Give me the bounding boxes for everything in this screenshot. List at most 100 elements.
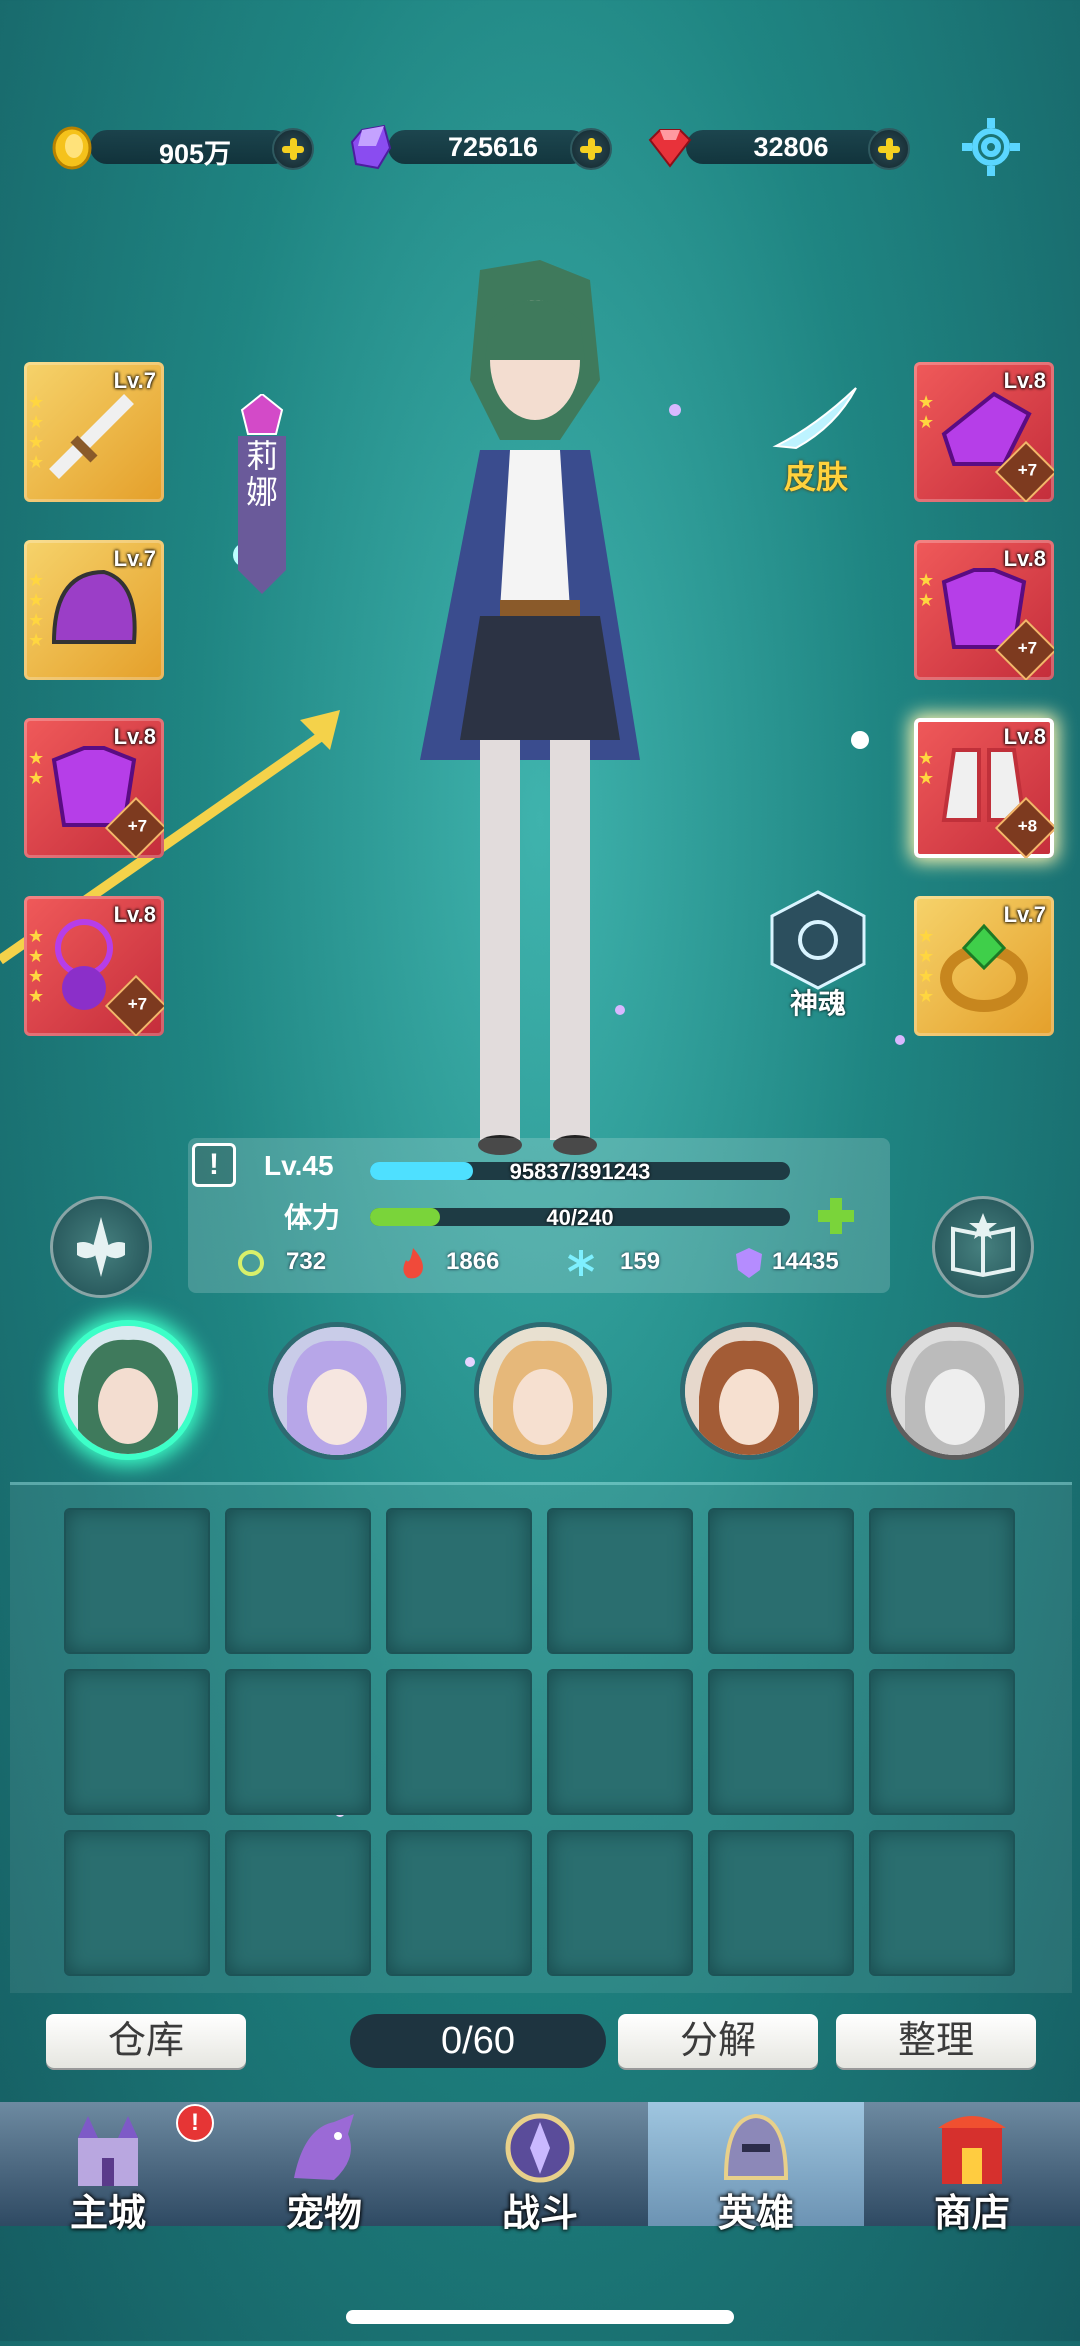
exp-bar: 95837/391243 (370, 1159, 790, 1184)
castle-icon (78, 2116, 138, 2186)
inventory-slot[interactable] (547, 1508, 693, 1654)
inventory-slot[interactable] (64, 1508, 210, 1654)
inventory-slot[interactable] (869, 1830, 1015, 1976)
equipment-level: Lv.8 (113, 724, 156, 749)
soul-label: 神魂 (789, 988, 846, 1019)
equipment-slot-boots[interactable]: ★ ★ Lv.8 +8 (914, 718, 1054, 858)
hero-avatar-3[interactable] (474, 1322, 612, 1460)
equipment-slot-weapon[interactable]: ★ ★ ★ ★ Lv.7 (24, 362, 164, 502)
hero-name-banner: 莉娜 (232, 392, 292, 594)
arrange-button[interactable]: 整理 (836, 2014, 1036, 2068)
skin-label: 皮肤 (783, 459, 848, 495)
stamina-bar: 40/240 (370, 1205, 790, 1230)
fire-value: 1866 (446, 1248, 500, 1275)
talent-button[interactable] (50, 1196, 152, 1298)
purple-crystal-icon (350, 124, 392, 170)
hero-character (330, 260, 730, 1200)
equipment-slot-chest[interactable]: ★ ★ Lv.8 +7 (914, 540, 1054, 680)
hero-book-button[interactable] (932, 1196, 1034, 1298)
inventory-slot[interactable] (386, 1508, 532, 1654)
home-indicator[interactable] (346, 2310, 734, 2324)
stamina-label: 体力 (284, 1202, 341, 1233)
inventory-slot[interactable] (225, 1669, 371, 1815)
shop-icon (938, 2116, 1006, 2184)
hero-avatar-lina[interactable] (58, 1320, 198, 1460)
settings-button[interactable] (960, 116, 1022, 178)
info-icon[interactable]: ! (192, 1143, 236, 1187)
rarity-stars: ★ ★ (918, 748, 935, 788)
gold-coin-icon (52, 126, 92, 170)
rarity-stars: ★ ★ (918, 570, 935, 610)
crystal-currency: 725616 (348, 124, 618, 170)
skin-button[interactable]: 皮肤 (766, 386, 866, 506)
inventory-slot[interactable] (225, 1508, 371, 1654)
battle-emblem-icon (505, 2113, 575, 2183)
equipment-slot-amulet[interactable]: ★ ★ ★ ★ Lv.8 +7 (24, 896, 164, 1036)
feather-icon (772, 387, 857, 450)
decompose-button[interactable]: 分解 (618, 2014, 818, 2068)
rarity-stars: ★ ★ (918, 392, 935, 432)
inventory-slot[interactable] (708, 1508, 854, 1654)
inventory-slot[interactable] (869, 1669, 1015, 1815)
hero-level: Lv.45 (264, 1150, 334, 1181)
helmet-emblem-icon (723, 2113, 789, 2180)
equipment-level: Lv.7 (113, 546, 156, 571)
inventory-slot[interactable] (869, 1508, 1015, 1654)
sword-icon (49, 394, 134, 479)
gear-icon (962, 118, 1020, 176)
hero-avatar-4[interactable] (680, 1322, 818, 1460)
add-stamina-button[interactable] (816, 1196, 856, 1236)
tab-label: 宠物 (285, 2193, 362, 2235)
hero-name: 莉娜 (245, 438, 278, 510)
ruby-value: 32806 (753, 132, 829, 162)
equipment-slot-gauntlet[interactable]: ★ ★ Lv.8 +7 (914, 362, 1054, 502)
helmet-icon (51, 569, 137, 644)
inventory-slot[interactable] (386, 1669, 532, 1815)
soul-button[interactable]: 神魂 (766, 890, 870, 1020)
crystal-value: 725616 (447, 132, 539, 162)
fire-icon (403, 1248, 423, 1279)
tab-main-city[interactable]: ! 主城 (0, 2102, 216, 2235)
inventory-slot[interactable] (708, 1669, 854, 1815)
equipment-slot-armor[interactable]: ★ ★ Lv.8 +7 (24, 718, 164, 858)
inventory-slot[interactable] (64, 1669, 210, 1815)
inventory-count: 0/60 (350, 2014, 606, 2068)
equipment-slot-helmet[interactable]: ★ ★ ★ ★ Lv.7 (24, 540, 164, 680)
equipment-level: Lv.7 (1003, 902, 1046, 927)
inventory-slot[interactable] (547, 1830, 693, 1976)
ice-icon (567, 1250, 595, 1276)
notification-badge: ! (176, 2104, 214, 2142)
rarity-stars: ★ ★ ★ ★ (28, 570, 45, 650)
attack-value: 732 (286, 1248, 327, 1275)
inventory-slot[interactable] (64, 1830, 210, 1976)
inventory-slot[interactable] (386, 1830, 532, 1976)
hero-avatar-5-locked[interactable] (886, 1322, 1024, 1460)
equipment-level: Lv.7 (113, 368, 156, 393)
rarity-stars: ★ ★ (28, 748, 45, 788)
ruby-currency: 32806 (646, 124, 916, 170)
gold-value: 905万 (158, 139, 232, 169)
stamina-text: 40/240 (546, 1205, 614, 1230)
attack-icon (238, 1250, 264, 1276)
defense-value: 14435 (772, 1248, 839, 1275)
add-gold-button[interactable] (272, 128, 314, 170)
tab-battle[interactable]: 战斗 (432, 2102, 648, 2235)
book-icon (951, 1213, 1015, 1278)
inventory-slot[interactable] (225, 1830, 371, 1976)
add-ruby-button[interactable] (868, 128, 910, 170)
equipment-slot-ring[interactable]: ★ ★ ★ ★ Lv.7 (914, 896, 1054, 1036)
tab-label: 战斗 (501, 2193, 578, 2235)
inventory-slot[interactable] (547, 1669, 693, 1815)
tab-label: 英雄 (717, 2193, 794, 2235)
add-crystal-button[interactable] (570, 128, 612, 170)
tab-shop[interactable]: 商店 (864, 2102, 1080, 2235)
warehouse-button[interactable]: 仓库 (46, 2014, 246, 2068)
hero-stats-panel: ! Lv.45 95837/391243 体力 40/240 732 1866 … (188, 1138, 890, 1293)
gold-currency: 905万 (50, 124, 320, 170)
hero-avatar-2[interactable] (268, 1322, 406, 1460)
exp-text: 95837/391243 (509, 1159, 651, 1184)
equipment-level: Lv.8 (1003, 368, 1046, 393)
inventory-slot[interactable] (708, 1830, 854, 1976)
tab-pets[interactable]: 宠物 (216, 2102, 432, 2235)
tab-hero[interactable]: 英雄 (648, 2102, 864, 2235)
